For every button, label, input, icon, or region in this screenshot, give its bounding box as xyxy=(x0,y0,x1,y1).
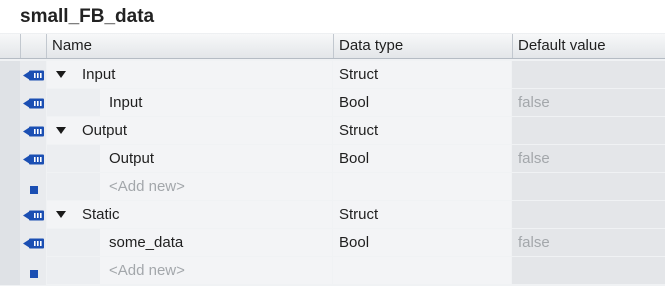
data-type-cell[interactable]: Bool xyxy=(333,89,511,116)
table-row[interactable]: <Add new> xyxy=(0,257,665,285)
data-type-value: Bool xyxy=(339,94,370,111)
indent-spacer xyxy=(47,257,100,284)
indent-spacer xyxy=(47,145,100,172)
row-selector[interactable] xyxy=(0,117,20,145)
data-type-cell[interactable]: Struct xyxy=(333,117,511,144)
data-type-cell[interactable]: Struct xyxy=(333,201,511,228)
table-row[interactable]: Static Struct xyxy=(0,201,665,229)
column-header-default-value[interactable]: Default value xyxy=(512,34,665,58)
default-value-cell[interactable] xyxy=(512,61,665,88)
header-icon-column xyxy=(20,34,46,58)
column-header-data-type[interactable]: Data type xyxy=(333,34,512,58)
variable-name: Output xyxy=(82,122,128,139)
row-selector[interactable] xyxy=(0,173,20,201)
block-interface-table: Name Data type Default value Input Struct… xyxy=(0,34,665,286)
default-value-cell[interactable]: false xyxy=(512,89,665,116)
data-type-cell[interactable]: Struct xyxy=(333,61,511,88)
row-icon-cell xyxy=(0,173,46,201)
row-selector[interactable] xyxy=(0,201,20,229)
data-type-cell[interactable] xyxy=(333,257,511,284)
table-row[interactable]: <Add new> xyxy=(0,173,665,201)
row-selector[interactable] xyxy=(0,145,20,173)
row-selector[interactable] xyxy=(0,89,20,117)
row-icon-cell xyxy=(0,201,46,229)
collapse-arrow-icon[interactable] xyxy=(56,211,66,218)
static-param-icon xyxy=(23,210,45,221)
table-row[interactable]: Output Bool false xyxy=(0,145,665,173)
variable-name: Input xyxy=(109,94,143,111)
default-value: false xyxy=(518,94,550,111)
row-icon-cell xyxy=(0,61,46,89)
default-value-cell[interactable]: false xyxy=(512,229,665,256)
static-param-icon xyxy=(23,238,45,249)
column-header-name[interactable]: Name xyxy=(46,34,333,58)
data-type-cell[interactable]: Bool xyxy=(333,145,511,172)
default-value-cell[interactable] xyxy=(512,117,665,144)
data-type-value: Struct xyxy=(339,122,379,139)
row-icon-cell xyxy=(0,145,46,173)
add-new-placeholder[interactable]: <Add new> xyxy=(109,257,185,284)
row-icon-cell xyxy=(0,257,46,285)
output-param-icon xyxy=(23,154,45,165)
table-header: Name Data type Default value xyxy=(0,34,665,59)
data-type-value: Bool xyxy=(339,150,370,167)
indent-spacer xyxy=(47,173,100,200)
input-param-icon xyxy=(23,98,45,109)
variable-name: Input xyxy=(82,66,116,83)
default-value-cell[interactable] xyxy=(512,201,665,228)
table-row[interactable]: some_data Bool false xyxy=(0,229,665,257)
add-new-icon xyxy=(30,270,38,278)
table-row[interactable]: Input Struct xyxy=(0,61,665,89)
indent-spacer xyxy=(47,89,100,116)
default-value-cell[interactable]: false xyxy=(512,145,665,172)
variable-name: some_data xyxy=(109,234,184,251)
indent-spacer xyxy=(47,229,100,256)
table-row[interactable]: Output Struct xyxy=(0,117,665,145)
header-gutter xyxy=(0,34,20,58)
add-new-icon xyxy=(30,186,38,194)
add-new-placeholder[interactable]: <Add new> xyxy=(109,173,185,200)
output-param-icon xyxy=(23,126,45,137)
row-selector[interactable] xyxy=(0,257,20,285)
data-type-cell[interactable]: Bool xyxy=(333,229,511,256)
data-type-cell[interactable] xyxy=(333,173,511,200)
row-selector[interactable] xyxy=(0,61,20,89)
table-row[interactable]: Input Bool false xyxy=(0,89,665,117)
data-type-value: Bool xyxy=(339,234,370,251)
variable-name: Static xyxy=(82,206,120,223)
default-value-cell[interactable] xyxy=(512,173,665,200)
block-title: small_FB_data xyxy=(0,0,665,33)
data-type-value: Struct xyxy=(339,66,379,83)
row-icon-cell xyxy=(0,229,46,257)
row-icon-cell xyxy=(0,89,46,117)
default-value: false xyxy=(518,234,550,251)
collapse-arrow-icon[interactable] xyxy=(56,127,66,134)
variable-name: Output xyxy=(109,150,155,167)
data-type-value: Struct xyxy=(339,206,379,223)
collapse-arrow-icon[interactable] xyxy=(56,71,66,78)
input-param-icon xyxy=(23,70,45,81)
row-icon-cell xyxy=(0,117,46,145)
default-value: false xyxy=(518,150,550,167)
row-selector[interactable] xyxy=(0,229,20,257)
default-value-cell[interactable] xyxy=(512,257,665,284)
